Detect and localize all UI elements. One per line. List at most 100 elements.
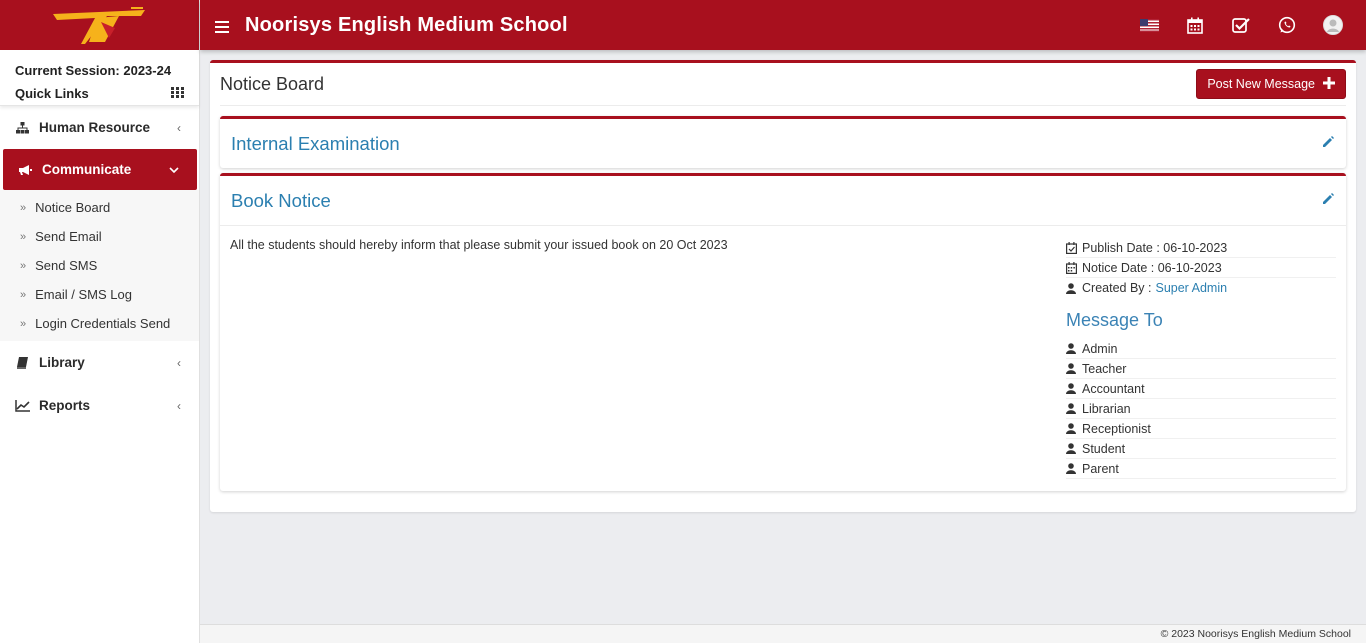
notice-card: Internal Examination <box>220 116 1346 168</box>
sidebar-item-library[interactable]: Library ‹ <box>0 341 199 384</box>
message-to-heading: Message To <box>1066 310 1163 330</box>
post-new-message-button[interactable]: Post New Message <box>1196 69 1346 99</box>
sidebar-item-label: Library <box>39 355 85 370</box>
current-session-label[interactable]: Current Session: 2023-24 <box>15 63 171 78</box>
user-icon <box>1066 282 1078 294</box>
recipient-label: Parent <box>1082 461 1119 476</box>
user-icon <box>1066 423 1078 434</box>
sidebar-menu: Human Resource ‹ Communicate <box>0 106 199 190</box>
recipient-label: Teacher <box>1082 361 1127 376</box>
notice-header: Internal Examination <box>220 119 1346 168</box>
recipient-item: Accountant <box>1066 379 1336 399</box>
double-chevron-right-icon: » <box>20 201 27 214</box>
user-icon <box>1066 363 1078 374</box>
notice-card: Book Notice All the students should here… <box>220 173 1346 491</box>
double-chevron-right-icon: » <box>20 230 27 243</box>
created-by-user-link[interactable]: Super Admin <box>1155 281 1227 295</box>
edit-pencil-icon[interactable] <box>1322 192 1334 210</box>
post-new-message-label: Post New Message <box>1207 77 1315 91</box>
top-navbar: Noorisys English Medium School <box>200 0 1366 50</box>
plus-icon <box>1323 76 1335 92</box>
sidebar: Current Session: 2023-24 Quick Links Hum… <box>0 0 200 643</box>
recipient-label: Student <box>1082 441 1126 456</box>
double-chevron-right-icon: » <box>20 288 27 301</box>
recipient-item: Admin <box>1066 339 1336 359</box>
recipient-label: Admin <box>1082 341 1118 356</box>
communicate-submenu: » Notice Board » Send Email » Send SMS » Ema… <box>0 190 199 341</box>
sidebar-item-label: Reports <box>39 398 91 413</box>
notice-body: All the students should hereby inform th… <box>220 225 1346 491</box>
recipient-item: Receptionist <box>1066 419 1336 439</box>
footer: © 2023 Noorisys English Medium School <box>200 624 1366 643</box>
user-icon <box>1066 383 1078 394</box>
user-icon <box>1066 403 1078 414</box>
submenu-item-notice-board[interactable]: » Notice Board <box>0 193 199 222</box>
us-flag-icon[interactable] <box>1126 0 1172 50</box>
edit-pencil-icon[interactable] <box>1322 135 1334 153</box>
sidebar-item-reports[interactable]: Reports ‹ <box>0 384 199 427</box>
user-icon <box>1066 463 1078 474</box>
page-title: Notice Board <box>220 73 325 94</box>
chevron-left-icon: ‹ <box>177 398 181 413</box>
submenu-item-send-email[interactable]: » Send Email <box>0 222 199 251</box>
submenu-item-login-credentials-send[interactable]: » Login Credentials Send <box>0 309 199 338</box>
header-actions <box>1126 0 1356 50</box>
session-box: Current Session: 2023-24 Quick Links <box>0 50 199 106</box>
notice-header: Book Notice <box>220 176 1346 225</box>
submenu-item-email-sms-log[interactable]: » Email / SMS Log <box>0 280 199 309</box>
chevron-left-icon: ‹ <box>177 120 181 135</box>
submenu-item-label: Login Credentials Send <box>35 316 171 331</box>
created-by-row: Created By : Super Admin <box>1066 278 1336 298</box>
recipient-item: Student <box>1066 439 1336 459</box>
hamburger-menu-icon[interactable] <box>215 20 229 33</box>
chevron-down-icon <box>169 163 179 177</box>
user-icon <box>1066 443 1078 454</box>
line-chart-icon <box>14 399 30 413</box>
logo-emblem-icon <box>52 7 145 44</box>
school-title: Noorisys English Medium School <box>245 13 568 36</box>
notice-date-row: Notice Date : 06-10-2023 <box>1066 258 1336 278</box>
sidebar-item-label: Communicate <box>42 162 132 177</box>
notice-title[interactable]: Book Notice <box>231 190 331 212</box>
grid-icon[interactable] <box>171 86 184 101</box>
calendar-check-icon <box>1066 241 1078 254</box>
notice-title[interactable]: Internal Examination <box>231 133 400 155</box>
recipient-item: Parent <box>1066 459 1336 479</box>
created-by-label: Created By : <box>1082 281 1152 295</box>
recipient-label: Librarian <box>1082 401 1131 416</box>
publish-date-row: Publish Date : 06-10-2023 <box>1066 238 1336 258</box>
notice-date: Notice Date : 06-10-2023 <box>1082 260 1222 275</box>
sidebar-item-label: Human Resource <box>39 120 151 135</box>
submenu-item-label: Send Email <box>35 229 102 244</box>
submenu-item-label: Notice Board <box>35 200 111 215</box>
submenu-item-label: Send SMS <box>35 258 98 273</box>
calendar-icon[interactable] <box>1172 0 1218 50</box>
double-chevron-right-icon: » <box>20 259 27 272</box>
submenu-item-send-sms[interactable]: » Send SMS <box>0 251 199 280</box>
book-icon <box>14 356 30 370</box>
user-avatar[interactable] <box>1310 0 1356 50</box>
notice-message: All the students should hereby inform th… <box>230 238 728 252</box>
sidebar-menu-lower: Library ‹ Reports ‹ <box>0 341 199 427</box>
sidebar-item-communicate[interactable]: Communicate <box>3 149 197 190</box>
recipient-item: Teacher <box>1066 359 1336 379</box>
notice-board-panel: Notice Board Post New Message Internal E… <box>210 60 1356 512</box>
checkbox-icon[interactable] <box>1218 0 1264 50</box>
whatsapp-icon[interactable] <box>1264 0 1310 50</box>
bullhorn-icon <box>17 163 33 177</box>
recipient-label: Accountant <box>1082 381 1145 396</box>
panel-header: Notice Board Post New Message <box>220 63 1346 106</box>
submenu-item-label: Email / SMS Log <box>35 287 132 302</box>
chevron-left-icon: ‹ <box>177 355 181 370</box>
footer-copyright: © 2023 Noorisys English Medium School <box>1160 628 1351 640</box>
school-logo[interactable] <box>0 0 199 50</box>
double-chevron-right-icon: » <box>20 317 27 330</box>
sitemap-icon <box>14 121 30 135</box>
recipient-item: Librarian <box>1066 399 1336 419</box>
recipient-label: Receptionist <box>1082 421 1151 436</box>
notice-meta: Publish Date : 06-10-2023 Notice Date : … <box>1066 238 1336 479</box>
sidebar-item-human-resource[interactable]: Human Resource ‹ <box>0 106 199 149</box>
user-icon <box>1066 343 1078 354</box>
quick-links-label[interactable]: Quick Links <box>15 86 89 101</box>
publish-date: Publish Date : 06-10-2023 <box>1082 240 1228 255</box>
